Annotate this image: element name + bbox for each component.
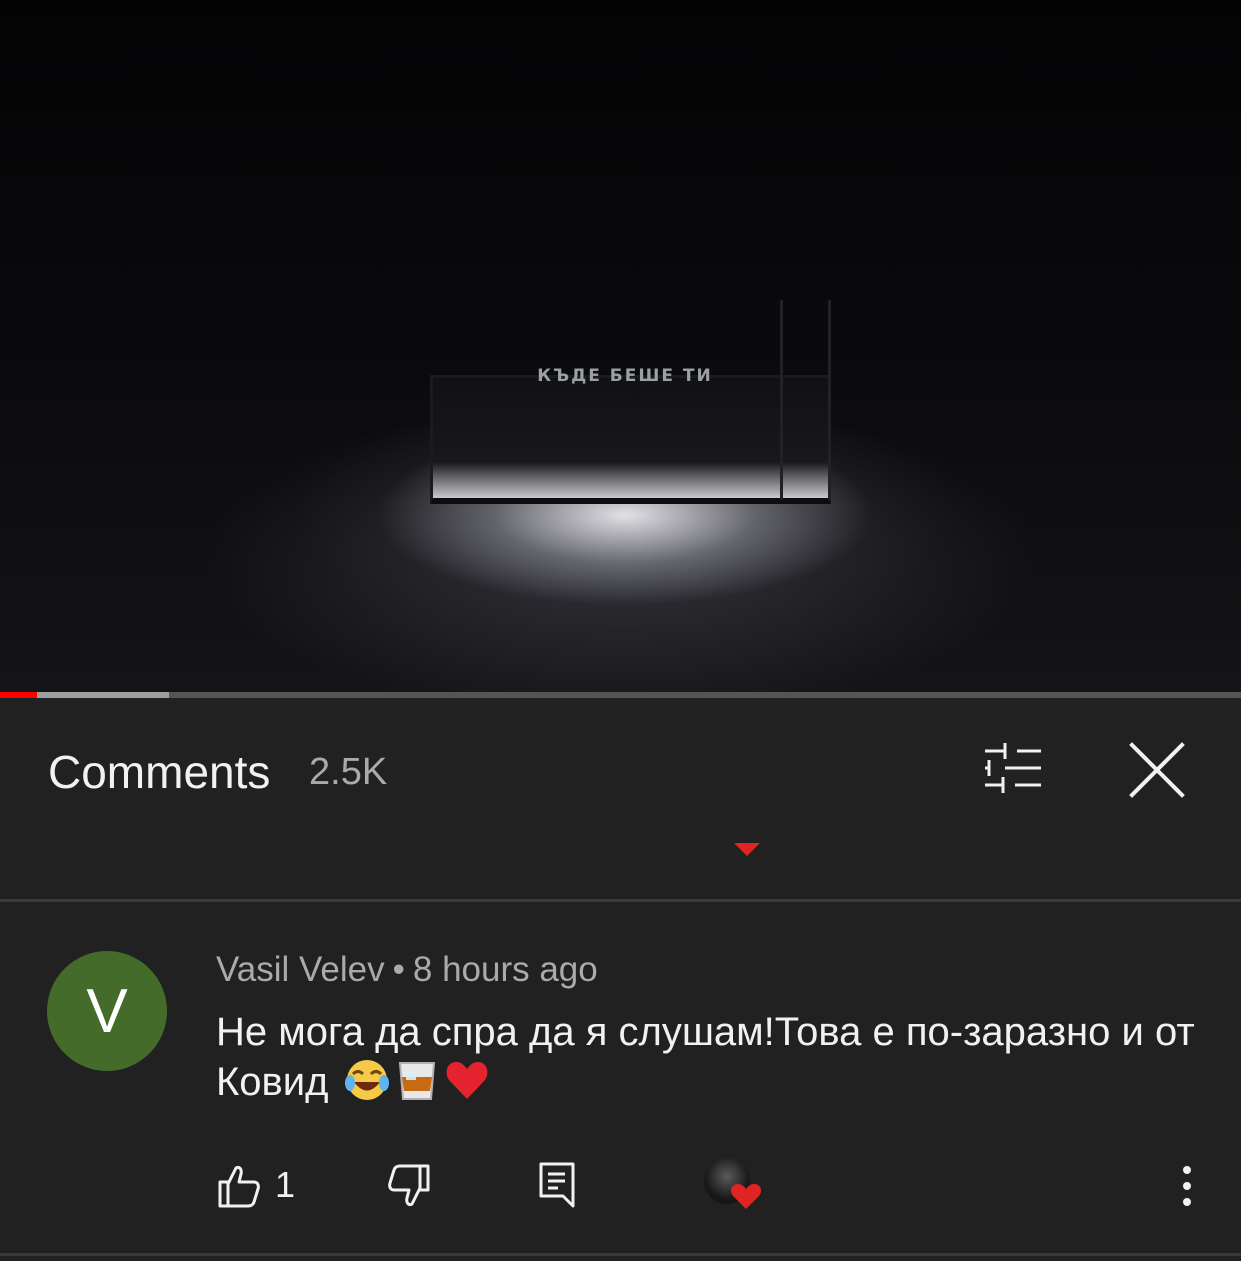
comment-author-avatar[interactable]: V <box>47 951 167 1071</box>
video-player[interactable]: КЪДЕ БЕШЕ ТИ <box>0 0 1241 692</box>
comment-body: Не мога да спра да я слушам!Това е по-за… <box>216 1007 1206 1107</box>
video-bed-silhouette <box>430 375 831 504</box>
creator-heart-icon <box>734 843 760 856</box>
more-vertical-icon <box>1183 1166 1191 1206</box>
close-comments-button[interactable] <box>1120 734 1196 806</box>
creator-heart-badge <box>704 1158 766 1218</box>
comment-divider <box>0 899 1241 902</box>
dislike-button[interactable] <box>384 1162 434 1210</box>
like-count: 1 <box>275 1164 296 1205</box>
sort-filter-button[interactable] <box>975 738 1051 800</box>
comments-count: 2.5K <box>309 751 388 793</box>
whiskey-glass-emoji-icon <box>398 1062 435 1100</box>
video-overlay-title: КЪДЕ БЕШЕ ТИ <box>537 366 713 386</box>
comment-meta: Vasil Velev • 8 hours ago <box>216 950 598 990</box>
close-icon <box>1129 742 1185 798</box>
comment-timestamp[interactable]: 8 hours ago <box>413 950 598 989</box>
more-options-button[interactable] <box>1170 1160 1204 1212</box>
meta-separator: • <box>392 950 405 989</box>
creator-heart-icon <box>730 1184 762 1209</box>
thumbs-down-icon <box>388 1164 430 1206</box>
sort-filter-icon <box>985 743 1041 793</box>
comment-actions: 1 <box>0 1150 1241 1220</box>
reply-button[interactable] <box>533 1160 583 1210</box>
previous-comment-remnant <box>0 843 1241 900</box>
video-frame <box>0 0 1241 692</box>
tears-of-joy-emoji-icon <box>344 1060 389 1100</box>
comments-header: Comments 2.5K <box>0 698 1241 843</box>
comment-author-name[interactable]: Vasil Velev <box>216 950 385 989</box>
video-bed-headboard <box>780 300 831 500</box>
thumbs-up-icon <box>218 1166 260 1208</box>
comments-title: Comments <box>48 746 271 798</box>
red-heart-emoji-icon <box>446 1062 488 1099</box>
like-button[interactable] <box>214 1162 264 1210</box>
reply-comment-icon <box>539 1162 575 1208</box>
comment-divider-bottom <box>0 1253 1241 1256</box>
